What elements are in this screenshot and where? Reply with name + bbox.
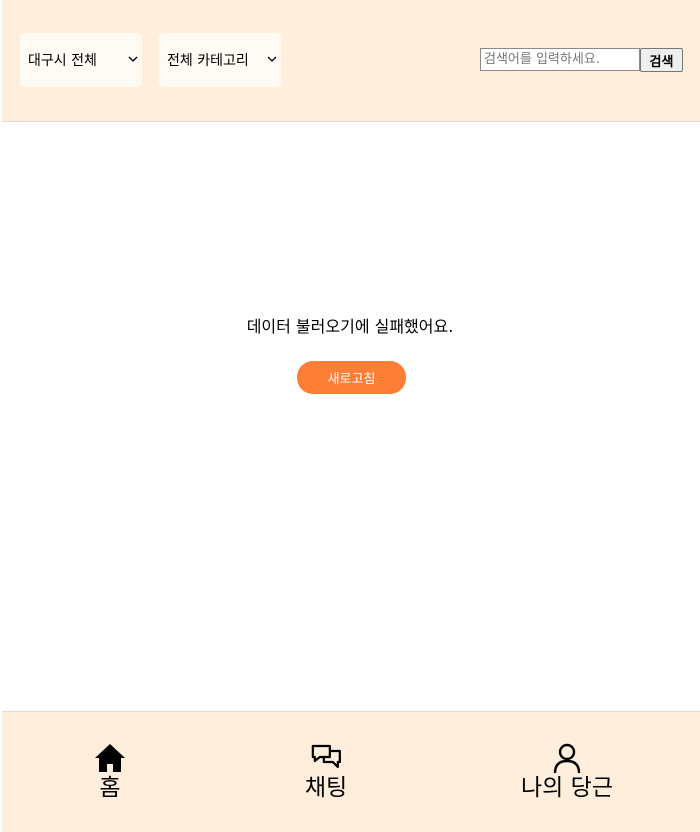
nav-label-chat: 채팅 bbox=[304, 775, 348, 801]
category-select-value: 전체 카테고리 bbox=[167, 53, 249, 69]
nav-item-home[interactable]: 홈 bbox=[94, 742, 126, 802]
region-select[interactable]: 대구시 전체 bbox=[20, 33, 142, 87]
chat-icon bbox=[311, 744, 342, 769]
category-select[interactable]: 전체 카테고리 bbox=[159, 33, 281, 87]
home-icon bbox=[95, 744, 125, 772]
nav-item-chat[interactable]: 채팅 bbox=[305, 742, 347, 802]
region-select-value: 대구시 전체 bbox=[28, 53, 97, 69]
chevron-down-icon bbox=[267, 56, 277, 62]
nav-label-my-page: 나의 당근 bbox=[521, 775, 613, 801]
nav-label-home: 홈 bbox=[99, 775, 121, 801]
user-icon bbox=[553, 743, 581, 774]
refresh-button[interactable]: 새로고침 bbox=[297, 361, 406, 394]
error-message: 데이터 불러오기에 실패했어요. bbox=[246, 317, 454, 336]
bottom-nav: 홈 채팅 나의 당근 bbox=[2, 711, 700, 832]
chevron-down-icon bbox=[128, 56, 138, 62]
search-button[interactable]: 검색 bbox=[640, 48, 683, 72]
nav-item-my-page[interactable]: 나의 당근 bbox=[521, 742, 613, 802]
search-input[interactable] bbox=[480, 48, 640, 71]
top-header: 대구시 전체 전체 카테고리 검색 bbox=[2, 0, 700, 122]
